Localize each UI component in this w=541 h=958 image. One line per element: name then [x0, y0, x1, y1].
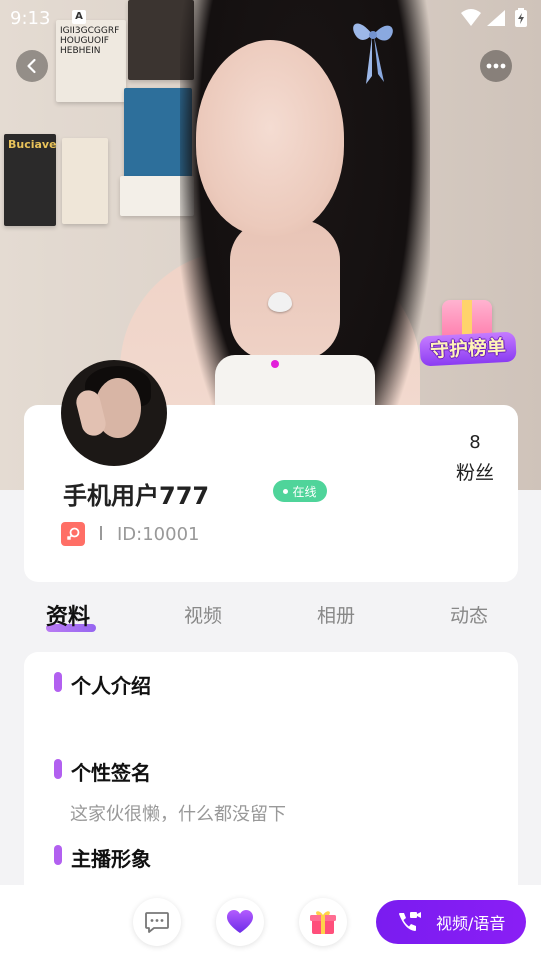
follow-button[interactable]	[216, 898, 264, 946]
username: 手机用户777	[63, 482, 210, 510]
fans-count[interactable]: 8	[455, 432, 495, 453]
fans-label[interactable]: 粉丝	[450, 458, 500, 485]
notification-icon: A	[72, 10, 86, 24]
section-body-signature: 这家伙很懒，什么都没留下	[70, 804, 286, 825]
tab-videos[interactable]: 视频	[184, 601, 222, 628]
online-dot-icon	[283, 488, 289, 494]
carousel-indicator	[271, 360, 279, 368]
heart-icon	[227, 910, 253, 933]
guard-rank-button[interactable]: 守护榜单	[419, 298, 517, 374]
tab-profile[interactable]: 资料	[46, 599, 90, 631]
section-marker	[54, 845, 62, 865]
signal-icon	[487, 10, 505, 26]
female-symbol	[66, 527, 80, 541]
section-title-image: 主播形象	[71, 847, 151, 871]
battery-charging-icon	[515, 8, 527, 27]
online-status-badge: 在线	[273, 480, 327, 502]
profile-screen: IGII3GCGGRF HOUGUOIF HEBHEIN Buciave 9:1…	[0, 0, 541, 958]
wall-poster: Buciave	[4, 134, 57, 226]
back-button[interactable]	[16, 50, 48, 82]
gift-button[interactable]	[299, 898, 347, 946]
online-status-text: 在线	[292, 484, 317, 499]
photo-subject-neck	[230, 220, 340, 360]
section-marker	[54, 672, 62, 692]
chevron-left-icon	[27, 58, 36, 74]
guard-rank-label: 守护榜单	[419, 331, 517, 367]
message-icon	[145, 912, 169, 933]
system-icons	[461, 8, 527, 27]
more-button[interactable]	[480, 50, 512, 82]
more-horizontal-icon	[486, 63, 506, 69]
wifi-icon	[461, 9, 481, 26]
wall-poster	[62, 138, 108, 224]
call-button-label: 视频/语音	[436, 914, 506, 933]
gift-icon	[310, 911, 336, 934]
tab-moments[interactable]: 动态	[450, 601, 488, 628]
avatar[interactable]	[61, 360, 167, 466]
status-bar: 9:13 A	[0, 0, 541, 36]
poster-text: Buciave	[8, 138, 57, 151]
status-time: 9:13	[10, 8, 51, 29]
photo-subject-face	[196, 40, 344, 236]
section-marker	[54, 759, 62, 779]
phone-video-icon	[399, 912, 421, 931]
section-title-signature: 个性签名	[71, 761, 151, 785]
tab-album[interactable]: 相册	[317, 601, 355, 628]
section-title-intro: 个人介绍	[71, 674, 151, 698]
photo-necklace	[268, 292, 292, 312]
divider	[100, 526, 102, 540]
message-button[interactable]	[133, 898, 181, 946]
female-icon	[61, 522, 85, 546]
user-id: ID:10001	[117, 524, 200, 545]
video-voice-call-button[interactable]: 视频/语音	[376, 900, 526, 944]
